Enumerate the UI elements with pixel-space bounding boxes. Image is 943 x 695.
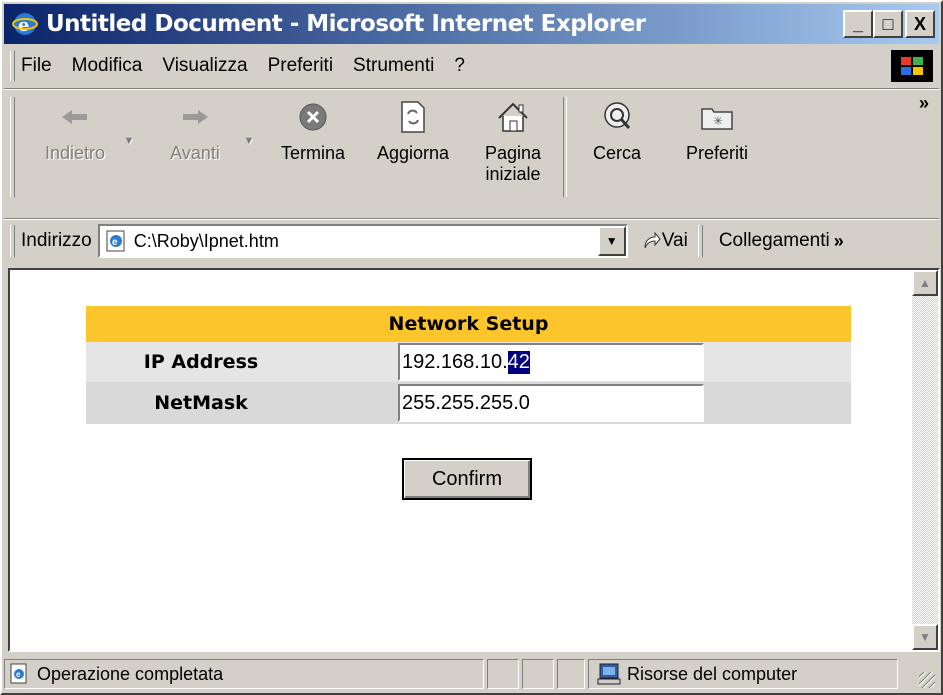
browser-window: e Untitled Document - Microsoft Internet… bbox=[0, 0, 943, 695]
home-icon bbox=[493, 97, 533, 137]
search-button[interactable]: Cerca bbox=[567, 89, 667, 215]
form-title: Network Setup bbox=[86, 306, 851, 342]
menu-strumenti[interactable]: Strumenti bbox=[353, 55, 434, 77]
ie-logo-icon: e bbox=[12, 13, 38, 36]
close-button[interactable]: X bbox=[905, 10, 935, 38]
home-button[interactable]: Pagina iniziale bbox=[463, 89, 563, 215]
home-label-line2: iniziale bbox=[485, 164, 541, 184]
favorites-folder-icon: ✳ bbox=[697, 97, 737, 137]
minimize-button[interactable]: _ bbox=[843, 10, 873, 38]
favorites-button[interactable]: ✳ Preferiti bbox=[667, 89, 767, 215]
vertical-scrollbar[interactable]: ▲ ▼ bbox=[912, 270, 938, 650]
refresh-button[interactable]: Aggiorna bbox=[363, 89, 463, 215]
back-button[interactable]: Indietro bbox=[31, 89, 119, 215]
forward-label: Avanti bbox=[170, 143, 220, 163]
address-label: Indirizzo bbox=[21, 230, 92, 251]
search-icon bbox=[597, 97, 637, 137]
menu-bar: File Modifica Visualizza Preferiti Strum… bbox=[4, 48, 939, 84]
menu-preferiti[interactable]: Preferiti bbox=[268, 55, 333, 77]
scroll-down-icon[interactable]: ▼ bbox=[912, 624, 938, 650]
status-pane-3 bbox=[522, 659, 554, 689]
netmask-input[interactable]: 255.255.255.0 bbox=[398, 384, 704, 422]
zone-text: Risorse del computer bbox=[627, 663, 798, 684]
favorites-label: Preferiti bbox=[685, 143, 748, 163]
title-bar[interactable]: e Untitled Document - Microsoft Internet… bbox=[4, 4, 939, 44]
menu-visualizza[interactable]: Visualizza bbox=[162, 55, 247, 77]
ip-address-input[interactable]: 192.168.10. 42 bbox=[398, 343, 704, 381]
page-done-icon: e bbox=[10, 663, 27, 684]
address-grip[interactable] bbox=[10, 225, 15, 257]
go-arrow-icon bbox=[644, 231, 661, 249]
status-main-pane: e Operazione completata bbox=[4, 659, 484, 689]
ip-row: IP Address 192.168.10. 42 bbox=[86, 342, 851, 382]
home-label-line1: Pagina bbox=[484, 143, 542, 163]
resize-grip-icon[interactable] bbox=[919, 672, 935, 688]
forward-arrow-icon bbox=[175, 97, 215, 137]
ip-value-prefix: 192.168.10. bbox=[402, 350, 508, 373]
toolbar-more-icon[interactable]: » bbox=[919, 93, 929, 114]
refresh-label: Aggiorna bbox=[376, 143, 450, 163]
go-button[interactable]: Vai bbox=[642, 230, 688, 252]
search-label: Cerca bbox=[592, 143, 641, 163]
computer-icon bbox=[597, 663, 621, 685]
address-value: C:\Roby\Ipnet.htm bbox=[133, 230, 279, 251]
window-title: Untitled Document - Microsoft Internet E… bbox=[46, 11, 646, 37]
address-bar: Indirizzo e C:\Roby\Ipnet.htm ▼ Vai Coll… bbox=[4, 218, 939, 263]
standard-toolbar: Indietro ▼ Avanti ▼ Termina Aggiorna Pag… bbox=[4, 88, 939, 215]
address-dropdown-icon[interactable]: ▼ bbox=[597, 226, 626, 256]
forward-dropdown-icon[interactable]: ▼ bbox=[239, 89, 259, 215]
links-grip[interactable] bbox=[697, 225, 703, 257]
toolbar-grip[interactable] bbox=[10, 97, 15, 197]
status-pane-4 bbox=[557, 659, 585, 689]
status-pane-2 bbox=[487, 659, 519, 689]
confirm-button[interactable]: Confirm bbox=[402, 458, 532, 500]
svg-text:✳: ✳ bbox=[713, 114, 723, 128]
menu-file[interactable]: File bbox=[21, 55, 52, 77]
back-arrow-icon bbox=[55, 97, 95, 137]
status-text: Operazione completata bbox=[37, 663, 224, 684]
menu-grip[interactable] bbox=[10, 51, 15, 81]
ip-label: IP Address bbox=[143, 351, 259, 373]
stop-icon bbox=[293, 97, 333, 137]
scroll-up-icon[interactable]: ▲ bbox=[912, 270, 938, 296]
back-label: Indietro bbox=[44, 143, 106, 163]
stop-button[interactable]: Termina bbox=[263, 89, 363, 215]
network-setup-form: Network Setup IP Address 192.168.10. 42 N… bbox=[86, 306, 851, 424]
netmask-row: NetMask 255.255.255.0 bbox=[86, 382, 851, 424]
menu-help[interactable]: ? bbox=[454, 55, 465, 77]
links-button[interactable]: Collegamenti bbox=[719, 230, 830, 252]
svg-text:e: e bbox=[16, 670, 21, 679]
address-input[interactable]: e C:\Roby\Ipnet.htm ▼ bbox=[97, 224, 628, 258]
status-zone-pane: Risorse del computer bbox=[588, 659, 898, 689]
maximize-button[interactable]: □ bbox=[873, 10, 903, 38]
ip-value-selection: 42 bbox=[507, 350, 530, 374]
forward-button[interactable]: Avanti bbox=[151, 89, 239, 215]
back-dropdown-icon[interactable]: ▼ bbox=[119, 89, 139, 215]
go-label: Vai bbox=[661, 230, 688, 251]
menu-modifica[interactable]: Modifica bbox=[72, 55, 143, 77]
page-icon: e bbox=[106, 230, 125, 252]
netmask-label: NetMask bbox=[154, 392, 248, 414]
svg-text:e: e bbox=[112, 237, 118, 248]
refresh-icon bbox=[393, 97, 433, 137]
windows-logo-icon bbox=[891, 50, 933, 82]
page-content: Network Setup IP Address 192.168.10. 42 N… bbox=[8, 268, 940, 652]
status-bar: e Operazione completata Risorse del comp… bbox=[4, 656, 939, 692]
links-more-icon[interactable]: » bbox=[834, 231, 844, 252]
stop-label: Termina bbox=[280, 143, 346, 163]
